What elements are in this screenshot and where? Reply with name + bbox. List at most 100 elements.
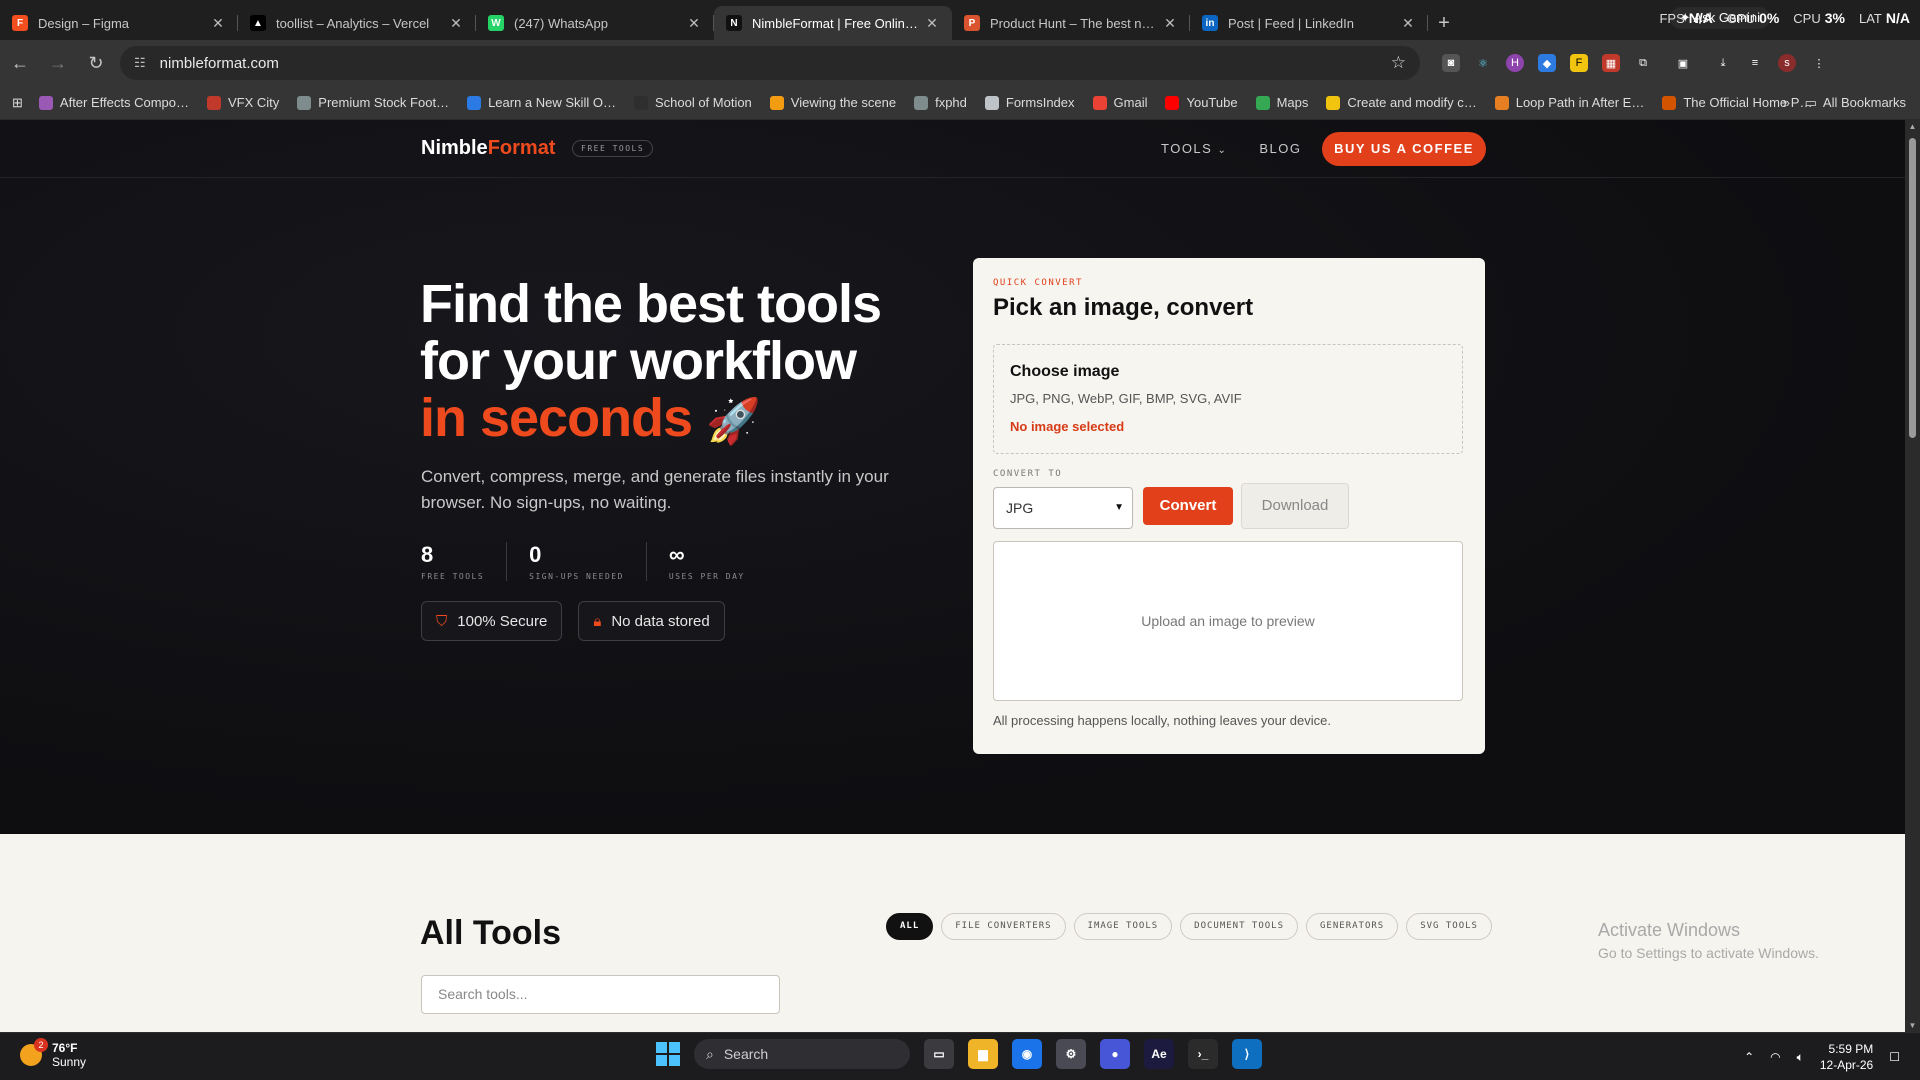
bookmark-label: Create and modify c… xyxy=(1347,95,1477,110)
bookmark-item[interactable]: Create and modify c… xyxy=(1326,95,1477,110)
tray-overflow-icon[interactable]: ⌃ xyxy=(1744,1050,1754,1064)
site-info-icon[interactable]: ☷ xyxy=(134,55,146,71)
shield-icon: ⛉ xyxy=(436,612,448,630)
bookmark-item[interactable]: Maps xyxy=(1255,95,1308,110)
scroll-down-icon[interactable]: ▼ xyxy=(1905,1021,1920,1030)
close-icon[interactable]: ✕ xyxy=(210,15,226,31)
filter-chip[interactable]: ALL xyxy=(886,913,934,940)
producthunt-icon: P xyxy=(964,15,980,31)
puzzle-extensions-icon[interactable]: ⧉ xyxy=(1634,54,1652,72)
all-tools-heading: All Tools xyxy=(420,914,562,952)
profile-avatar[interactable]: s xyxy=(1778,54,1796,72)
taskbar-search[interactable]: ⌕ Search xyxy=(694,1039,910,1069)
close-icon[interactable]: ✕ xyxy=(448,15,464,31)
bookmark-label: fxphd xyxy=(935,95,967,110)
bookmark-label: FormsIndex xyxy=(1005,95,1075,110)
apps-grid-icon[interactable]: ⊞ xyxy=(12,95,23,111)
camera-extension-icon[interactable]: ◙ xyxy=(1442,54,1460,72)
bookmark-item[interactable]: Premium Stock Foot… xyxy=(297,95,449,110)
tab-0[interactable]: F Design – Figma ✕ xyxy=(0,6,238,40)
convert-button[interactable]: Convert xyxy=(1143,487,1233,525)
notification-icon[interactable]: ☐ xyxy=(1889,1050,1900,1064)
file-explorer-icon[interactable]: ▆ xyxy=(968,1039,998,1069)
after-effects-icon[interactable]: Ae xyxy=(1144,1039,1174,1069)
bookmark-item[interactable]: Gmail xyxy=(1092,95,1147,110)
close-icon[interactable]: ✕ xyxy=(1400,15,1416,31)
tab-2[interactable]: W (247) WhatsApp ✕ xyxy=(476,6,714,40)
bookmark-item[interactable]: After Effects Compo… xyxy=(38,95,189,110)
filter-chip[interactable]: DOCUMENT TOOLS xyxy=(1180,913,1299,940)
preview-area: Upload an image to preview xyxy=(993,541,1463,701)
filter-chip[interactable]: FILE CONVERTERS xyxy=(941,913,1066,940)
bookmark-favicon xyxy=(1662,95,1677,110)
bookmark-item[interactable]: FormsIndex xyxy=(984,95,1075,110)
figma-icon: F xyxy=(12,15,28,31)
more-bookmarks-icon[interactable]: » xyxy=(1783,95,1790,110)
purple-extension-icon[interactable]: H xyxy=(1506,54,1524,72)
address-bar[interactable]: ☷ nimbleformat.com ☆ xyxy=(120,46,1420,80)
weather-widget[interactable]: 2 76°F Sunny xyxy=(20,1038,86,1069)
stat-uses: ∞ USES PER DAY xyxy=(668,542,745,581)
bookmark-favicon xyxy=(1165,95,1180,110)
bookmark-item[interactable]: Viewing the scene xyxy=(769,95,896,110)
chrome-icon[interactable]: ◉ xyxy=(1012,1039,1042,1069)
image-dropzone[interactable]: Choose image JPG, PNG, WebP, GIF, BMP, S… xyxy=(993,344,1463,454)
secure-badge: ⛉ 100% Secure xyxy=(421,601,563,641)
all-bookmarks-button[interactable]: ▭ All Bookmarks xyxy=(1805,95,1906,111)
side-panel-icon[interactable]: ▣ xyxy=(1674,54,1692,72)
media-icon[interactable]: ≡ xyxy=(1746,54,1764,72)
yellow-extension-icon[interactable]: F xyxy=(1570,54,1588,72)
tab-5[interactable]: in Post | Feed | LinkedIn ✕ xyxy=(1190,6,1428,40)
bookmark-item[interactable]: YouTube xyxy=(1165,95,1238,110)
blue-extension-icon[interactable]: ◆ xyxy=(1538,54,1556,72)
wifi-icon[interactable]: ◠ xyxy=(1770,1050,1780,1064)
volume-icon[interactable]: 🔈︎ xyxy=(1797,1050,1804,1065)
reload-icon[interactable]: ↻ xyxy=(78,45,114,81)
tab-1[interactable]: ▲ toollist – Analytics – Vercel ✕ xyxy=(238,6,476,40)
forward-icon[interactable]: → xyxy=(40,45,76,81)
tab-title: NimbleFormat | Free Online Im… xyxy=(752,15,918,31)
tab-3[interactable]: N NimbleFormat | Free Online Im… ✕ xyxy=(714,6,952,40)
bookmark-item[interactable]: VFX City xyxy=(207,95,279,110)
scroll-thumb[interactable] xyxy=(1909,138,1916,438)
grid-extension-icon[interactable]: ▦ xyxy=(1602,54,1620,72)
nav-blog[interactable]: BLOG xyxy=(1259,141,1301,156)
convert-to-label: CONVERT TO xyxy=(993,469,1063,479)
download-icon[interactable]: ⤓ xyxy=(1714,54,1732,72)
close-icon[interactable]: ✕ xyxy=(686,15,702,31)
site-nav: NimbleFormat FREE TOOLS TOOLS ⌄ BLOG BUY… xyxy=(0,120,1905,178)
vscode-icon[interactable]: ⟩ xyxy=(1232,1039,1262,1069)
site-logo[interactable]: NimbleFormat xyxy=(421,137,555,160)
settings-icon[interactable]: ⚙ xyxy=(1056,1039,1086,1069)
page-scrollbar[interactable]: ▲ ▼ xyxy=(1905,120,1920,1032)
filter-chip[interactable]: IMAGE TOOLS xyxy=(1073,913,1173,940)
filter-chips: ALL FILE CONVERTERS IMAGE TOOLS DOCUMENT TO… xyxy=(886,913,1492,940)
close-icon[interactable]: ✕ xyxy=(1162,15,1178,31)
bookmark-item[interactable]: Loop Path in After E… xyxy=(1494,95,1644,110)
react-extension-icon[interactable]: ⚛ xyxy=(1474,54,1492,72)
format-select[interactable]: JPG ▼ xyxy=(993,487,1133,529)
bookmark-item[interactable]: Learn a New Skill O… xyxy=(467,95,616,110)
menu-icon[interactable]: ⋮ xyxy=(1810,54,1828,72)
terminal-icon[interactable]: ›_ xyxy=(1188,1039,1218,1069)
filter-chip[interactable]: SVG TOOLS xyxy=(1406,913,1492,940)
new-tab-icon[interactable]: + xyxy=(1428,6,1460,40)
download-button[interactable]: Download xyxy=(1241,483,1349,529)
buy-coffee-button[interactable]: BUY US A COFFEE xyxy=(1322,132,1486,166)
start-icon[interactable] xyxy=(656,1042,680,1066)
scroll-up-icon[interactable]: ▲ xyxy=(1905,122,1920,131)
bookmark-star-icon[interactable]: ☆ xyxy=(1391,53,1406,73)
task-view-icon[interactable]: ▭ xyxy=(924,1039,954,1069)
app-icon[interactable]: ● xyxy=(1100,1039,1130,1069)
bookmark-item[interactable]: School of Motion xyxy=(633,95,752,110)
tab-4[interactable]: P Product Hunt – The best new p… ✕ xyxy=(952,6,1190,40)
close-icon[interactable]: ✕ xyxy=(924,15,940,31)
nav-tools[interactable]: TOOLS ⌄ xyxy=(1161,141,1227,156)
bookmark-favicon xyxy=(207,95,221,110)
trust-badges: ⛉ 100% Secure 🔒︎ No data stored xyxy=(421,601,725,641)
tools-search-input[interactable]: Search tools... xyxy=(421,975,780,1014)
back-icon[interactable]: ← xyxy=(2,45,38,81)
clock[interactable]: 5:59 PM 12-Apr-26 xyxy=(1820,1041,1873,1073)
filter-chip[interactable]: GENERATORS xyxy=(1306,913,1399,940)
bookmark-item[interactable]: fxphd xyxy=(914,95,967,110)
